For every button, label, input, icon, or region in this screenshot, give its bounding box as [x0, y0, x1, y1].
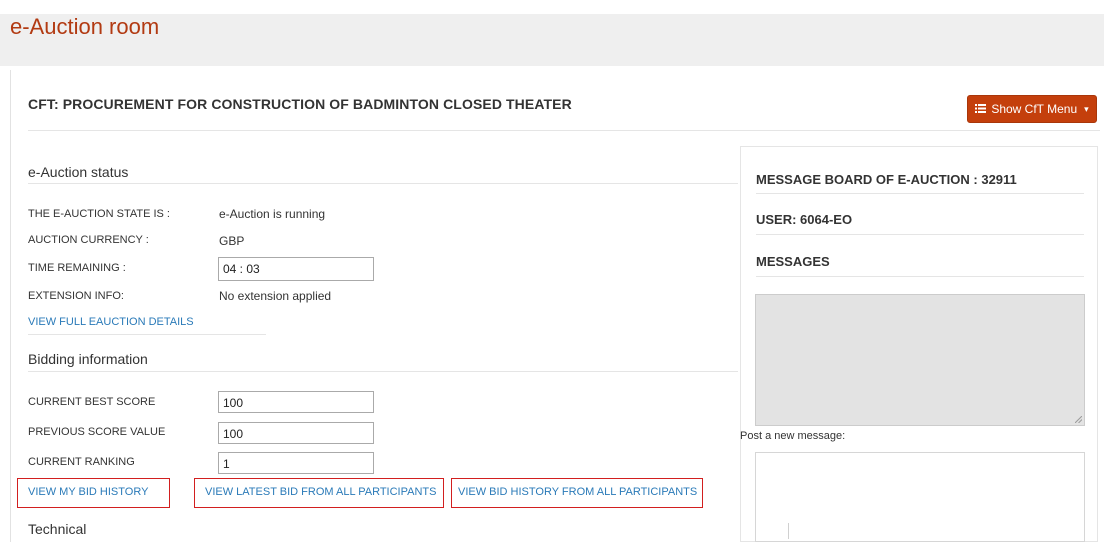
previous-score-label: PREVIOUS SCORE VALUE — [28, 426, 166, 438]
time-remaining-field: 04 : 03 — [218, 257, 374, 281]
divider — [28, 183, 738, 184]
ranking-label: CURRENT RANKING — [28, 456, 135, 468]
cft-title: CFT: PROCUREMENT FOR CONSTRUCTION OF BAD… — [28, 96, 572, 112]
resize-handle-icon[interactable] — [1075, 416, 1082, 423]
auction-status-heading: e-Auction status — [28, 164, 129, 180]
view-bid-history-all-link[interactable]: VIEW BID HISTORY FROM ALL PARTICIPANTS — [458, 486, 697, 498]
divider — [756, 193, 1084, 194]
messages-heading: MESSAGES — [756, 254, 830, 269]
show-cft-menu-label: Show CfT Menu — [991, 102, 1078, 116]
state-label: THE E-AUCTION STATE IS : — [28, 208, 170, 220]
divider — [28, 371, 738, 372]
view-full-details-link[interactable]: VIEW FULL EAUCTION DETAILS — [28, 316, 194, 328]
extension-label: EXTENSION INFO: — [28, 290, 124, 302]
page-header — [0, 14, 1104, 66]
view-latest-bid-link[interactable]: VIEW LATEST BID FROM ALL PARTICIPANTS — [205, 486, 436, 498]
show-cft-menu-button[interactable]: Show CfT Menu ▾ — [967, 95, 1097, 123]
user-id: USER: 6064-EO — [756, 212, 853, 227]
previous-score-field: 100 — [218, 422, 374, 444]
time-remaining-label: TIME REMAINING : — [28, 262, 126, 274]
text-cursor — [788, 523, 789, 539]
divider — [28, 130, 1100, 131]
currency-value: GBP — [219, 234, 245, 248]
best-score-label: CURRENT BEST SCORE — [28, 396, 156, 408]
extension-value: No extension applied — [219, 289, 332, 303]
new-message-input[interactable] — [755, 452, 1085, 542]
caret-down-icon: ▾ — [1084, 103, 1089, 114]
list-icon — [975, 102, 987, 116]
divider — [756, 234, 1084, 235]
post-message-label: Post a new message: — [740, 430, 846, 442]
view-my-bid-history-link[interactable]: VIEW MY BID HISTORY — [28, 486, 148, 498]
currency-label: AUCTION CURRENCY : — [28, 234, 149, 246]
technical-heading: Technical — [28, 521, 87, 537]
best-score-field: 100 — [218, 391, 374, 413]
state-value: e-Auction is running — [219, 207, 326, 221]
page-title: e-Auction room — [10, 14, 160, 39]
messages-area[interactable] — [755, 294, 1085, 426]
divider — [756, 276, 1084, 277]
bidding-info-heading: Bidding information — [28, 351, 148, 367]
message-board-title: MESSAGE BOARD OF E-AUCTION : 32911 — [756, 172, 1017, 187]
divider — [28, 334, 266, 335]
ranking-field: 1 — [218, 452, 374, 474]
